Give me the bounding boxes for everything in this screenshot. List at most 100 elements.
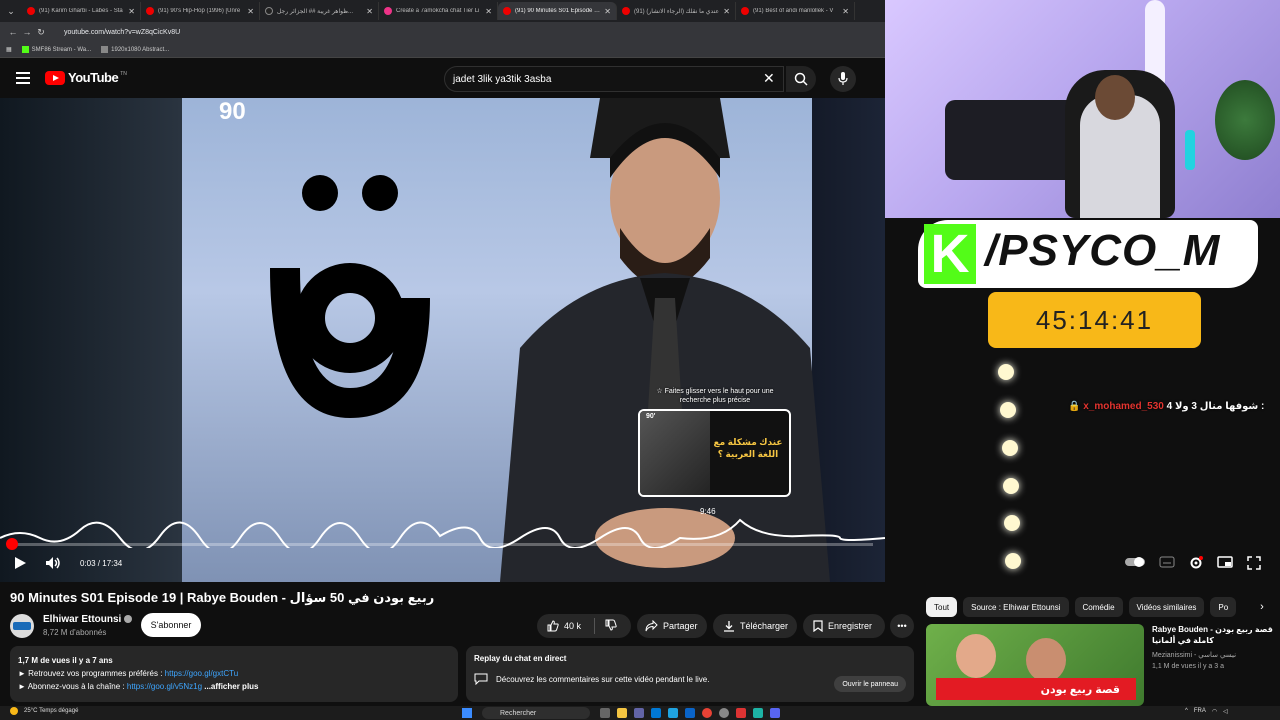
save-button[interactable]: Enregistrer <box>803 614 885 638</box>
search-input[interactable]: jadet 3lik ya3tik 3asba <box>444 66 784 92</box>
clear-search-icon[interactable]: ✕ <box>763 70 775 87</box>
bookmark-item[interactable]: SMF86 Stream - Wa... <box>21 46 91 53</box>
channel-name[interactable]: Elhiwar Ettounsi <box>43 614 133 625</box>
stage-light <box>1000 402 1016 418</box>
play-icon[interactable] <box>13 556 27 570</box>
recommended-title[interactable]: Rabye Bouden - قصة ربيع بودن كاملة في أل… <box>1152 624 1278 646</box>
close-tab-icon[interactable]: ✕ <box>366 7 373 16</box>
streamer-webcam <box>885 0 1280 218</box>
browser-tab[interactable]: (91) Best of andi manlollek - V ✕ <box>736 2 855 20</box>
youtube-logo[interactable]: YouTube TN <box>45 70 127 85</box>
close-tab-icon[interactable]: ✕ <box>842 7 849 16</box>
recommended-thumbnail[interactable]: قصة ربيع بودن <box>926 624 1144 706</box>
bookmark-item[interactable]: 1920x1080 Abstract... <box>101 46 169 53</box>
preview-logo: 90' <box>646 413 656 420</box>
kick-favicon-icon <box>21 46 29 53</box>
more-dots-icon: ••• <box>897 621 907 631</box>
tiktok-favicon-icon <box>265 7 273 15</box>
voice-search-button[interactable] <box>830 66 856 92</box>
store-icon[interactable] <box>651 708 661 718</box>
browser-tab-active[interactable]: (91) 90 Minutes S01 Episode 19 ✕ <box>498 2 617 20</box>
task-view-icon[interactable] <box>600 708 610 718</box>
audio-waveform-overlay <box>0 518 885 548</box>
video-player[interactable]: 90 ☆ Faites glisser vers le haut pour un… <box>0 98 885 582</box>
tab-search-icon[interactable]: ⌄ <box>0 0 22 22</box>
more-actions-button[interactable]: ••• <box>890 614 914 638</box>
chat-message: 🔒 x_mohamed_530 شوفها منال 3 ولا 4 : <box>1068 401 1280 412</box>
dislike-button[interactable] <box>595 619 617 633</box>
description-link[interactable]: https://goo.gl/gxtCTu <box>165 669 239 678</box>
show-more-link[interactable]: ...afficher plus <box>204 682 258 691</box>
speaker-icon[interactable]: ◁ <box>1223 708 1228 715</box>
back-arrow-icon[interactable]: ← <box>6 27 20 37</box>
browser-tab[interactable]: (91) Karim Gharbi - Labes - Sta ✕ <box>22 2 141 20</box>
sun-icon <box>10 707 18 715</box>
bookmarks-bar: ▦ SMF86 Stream - Wa... 1920x1080 Abstrac… <box>0 42 885 58</box>
stage-light <box>1005 553 1021 569</box>
chip-all[interactable]: Tout <box>926 597 958 617</box>
volume-icon[interactable] <box>45 556 61 570</box>
teams-icon[interactable] <box>634 708 644 718</box>
thumb-caption: قصة ربيع بودن <box>936 678 1136 700</box>
open-panel-button[interactable]: Ouvrir le panneau <box>834 676 906 692</box>
youtube-favicon-icon <box>146 7 154 15</box>
autoplay-toggle-icon[interactable] <box>1125 556 1145 568</box>
chrome-icon[interactable] <box>702 708 712 718</box>
chip-more[interactable]: Po <box>1210 597 1237 617</box>
channel-avatar[interactable] <box>10 614 34 638</box>
menu-hamburger-icon[interactable] <box>16 72 30 84</box>
wifi-icon[interactable]: ◠ <box>1212 708 1217 715</box>
video-title: 90 Minutes S01 Episode 19 | Rabye Bouden… <box>10 590 435 605</box>
stage-light <box>1003 478 1019 494</box>
subtitles-icon[interactable] <box>1159 556 1175 568</box>
close-tab-icon[interactable]: ✕ <box>604 7 611 16</box>
mail-icon[interactable] <box>685 708 695 718</box>
browser-tab[interactable]: (91) 90's Hip-Hop (1996) [Unre ✕ <box>141 2 260 20</box>
taskbar-search[interactable]: Rechercher <box>482 707 590 719</box>
chevron-right-icon[interactable]: › <box>1254 598 1270 616</box>
miniplayer-icon[interactable] <box>1217 556 1233 568</box>
lang-indicator[interactable]: FRA <box>1194 708 1206 715</box>
browser-tab[interactable]: (91) عندي ما نقلك (الرجاء الانشار) ✕ <box>617 2 736 20</box>
progress-bar[interactable] <box>12 543 873 546</box>
close-tab-icon[interactable]: ✕ <box>723 7 730 16</box>
chip-source[interactable]: Source : Elhiwar Ettounsi <box>963 597 1069 617</box>
url-field[interactable]: youtube.com/watch?v=wZ8qCicKv8U <box>64 29 180 36</box>
chip-comedy[interactable]: Comédie <box>1074 597 1123 617</box>
stream-timer: 45:14:41 <box>988 292 1201 348</box>
youtube-header: YouTube TN jadet 3lik ya3tik 3asba ✕ <box>0 58 885 98</box>
chip-similar[interactable]: Vidéos similaires <box>1128 597 1205 617</box>
share-button[interactable]: Partager <box>637 614 707 638</box>
file-explorer-icon[interactable] <box>617 708 627 718</box>
settings-gear-icon[interactable] <box>1189 556 1203 570</box>
browser-tab[interactable]: ظواهر غريبة ## الجزائر رجل... ✕ <box>260 2 379 20</box>
forward-arrow-icon[interactable]: → <box>20 27 34 37</box>
chevron-up-icon[interactable]: ^ <box>1185 708 1188 715</box>
description-link[interactable]: https://goo.gl/v5Nz1g <box>127 682 202 691</box>
edge-icon[interactable] <box>668 708 678 718</box>
weather-widget[interactable]: 25°C Temps dégagé <box>10 707 78 715</box>
app-icon[interactable] <box>719 708 729 718</box>
system-tray: ^ FRA ◠ ◁ <box>1185 708 1228 715</box>
recommended-channel[interactable]: Mezianissimi - نيسي ساسي <box>1152 651 1236 659</box>
taskbar-apps <box>600 708 780 718</box>
close-tab-icon[interactable]: ✕ <box>485 7 492 16</box>
subscribe-button[interactable]: S'abonner <box>141 613 201 637</box>
app-icon[interactable] <box>736 708 746 718</box>
windows-start-icon[interactable] <box>462 708 472 718</box>
bookmark-icon <box>813 620 823 632</box>
browser-tab[interactable]: Create a 7amokcha chat Tier Li ✕ <box>379 2 498 20</box>
discord-icon[interactable] <box>770 708 780 718</box>
progress-scrubber[interactable] <box>6 538 18 550</box>
description-box[interactable]: 1,7 M de vues il y a 7 ans ► Retrouvez v… <box>10 646 458 702</box>
reload-icon[interactable]: ↻ <box>34 27 48 38</box>
app-icon[interactable] <box>753 708 763 718</box>
close-tab-icon[interactable]: ✕ <box>247 7 254 16</box>
search-button[interactable] <box>786 66 816 92</box>
like-button[interactable]: 40 k <box>537 618 595 634</box>
apps-grid-icon[interactable]: ▦ <box>6 46 12 53</box>
subscriber-count: 8,72 M d'abonnés <box>43 628 107 637</box>
fullscreen-icon[interactable] <box>1247 556 1261 570</box>
download-button[interactable]: Télécharger <box>713 614 797 638</box>
close-tab-icon[interactable]: ✕ <box>128 7 135 16</box>
